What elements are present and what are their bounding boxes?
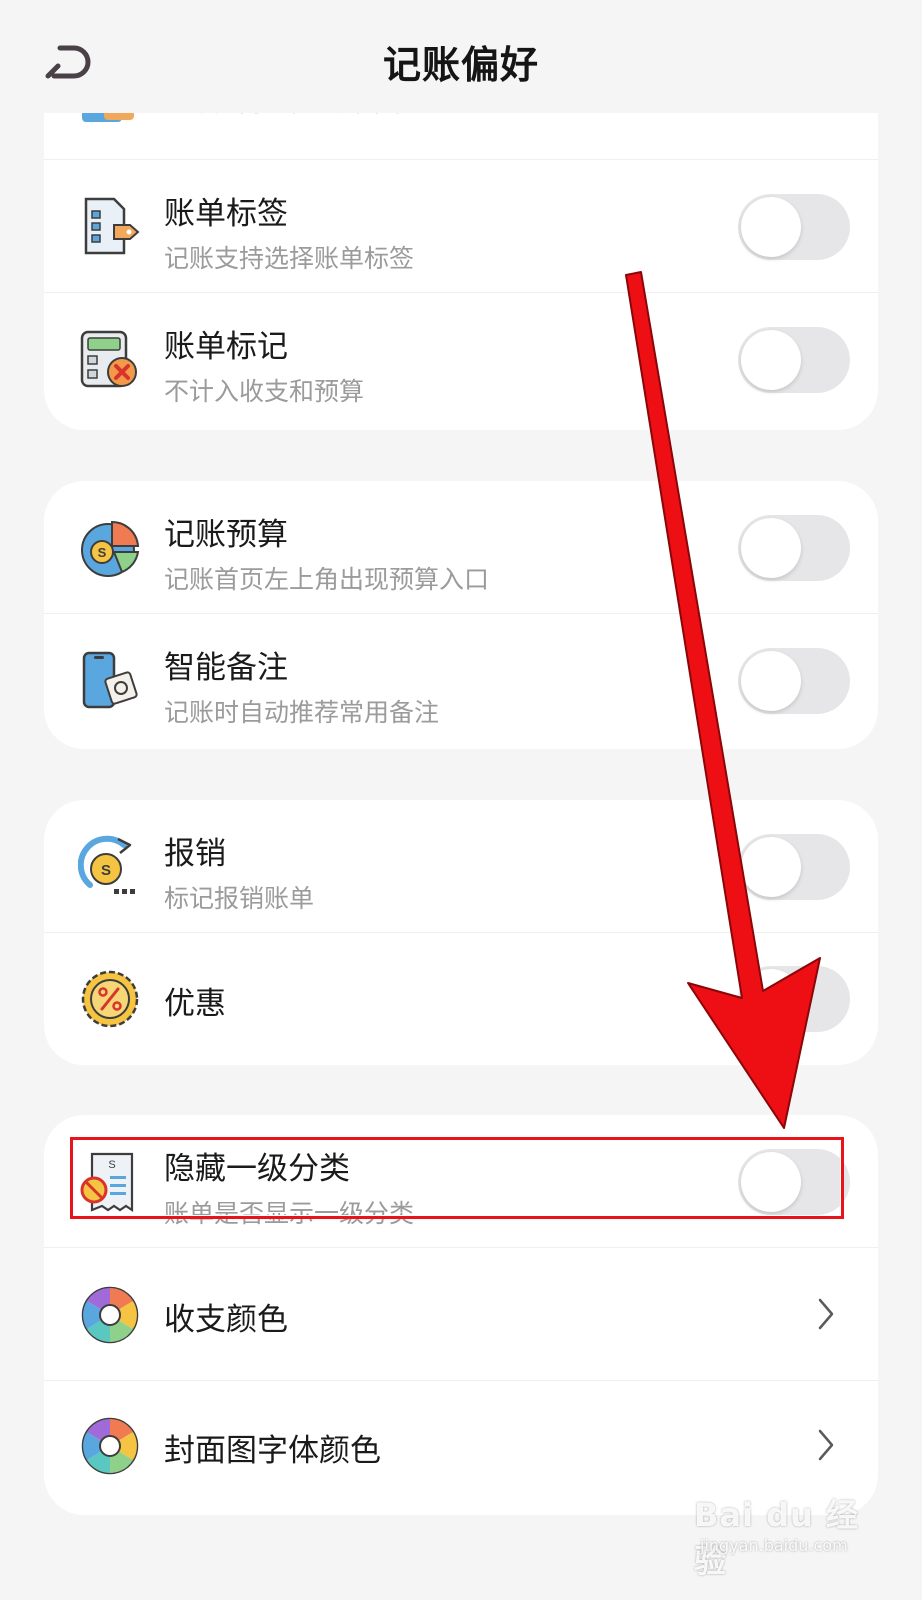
toggle-knob <box>741 330 801 390</box>
row-subtitle: 记账时自动推荐常用备注 <box>164 698 440 727</box>
setting-row-smart-note[interactable]: 智能备注 记账时自动推荐常用备注 <box>44 614 878 747</box>
smart-note-toggle[interactable] <box>738 648 850 714</box>
smart-note-phone-icon <box>82 651 138 709</box>
toggle-knob <box>741 197 801 257</box>
row-subtitle: 不计入收支和预算 <box>164 377 365 406</box>
toggle-knob <box>741 969 801 1029</box>
row-title: 报销 <box>164 836 226 872</box>
chevron-right-icon[interactable] <box>814 1425 838 1465</box>
color-wheel-icon <box>81 1417 139 1475</box>
setting-row-bill-mark[interactable]: 账单标记 不计入收支和预算 <box>44 293 878 426</box>
bill-mark-toggle[interactable] <box>738 327 850 393</box>
setting-row-income-expense-color[interactable]: 收支颜色 <box>44 1248 878 1381</box>
budget-toggle[interactable] <box>738 515 850 581</box>
svg-text:S: S <box>101 862 111 879</box>
svg-text:S: S <box>98 545 107 560</box>
row-title: 账单标签 <box>164 196 288 232</box>
row-title: 优惠 <box>164 986 226 1022</box>
row-title: 账单标记 <box>164 329 288 365</box>
setting-row-reimburse[interactable]: S 报销 标记报销账单 <box>44 800 878 933</box>
row-title: 智能备注 <box>164 650 288 686</box>
settings-card-budget: S 记账预算 记账首页左上角出现预算入口 智能备注 记账时自动推荐常用备注 <box>44 481 878 749</box>
settings-card-reimburse: S 报销 标记报销账单 优惠 <box>44 800 878 1065</box>
page-title: 记账偏好 <box>382 43 539 87</box>
reimburse-toggle[interactable] <box>738 834 850 900</box>
discount-toggle[interactable] <box>738 966 850 1032</box>
row-title: 封面图字体颜色 <box>164 1433 381 1469</box>
watermark-url: jingyan.baidu.com <box>700 1536 848 1555</box>
top-bar: 记账偏好 <box>0 0 922 113</box>
setting-row-budget[interactable]: S 记账预算 记账首页左上角出现预算入口 <box>44 481 878 614</box>
setting-row-bill-tags[interactable]: 账单标签 记账支持选择账单标签 <box>44 160 878 293</box>
calculator-icon <box>80 330 137 388</box>
setting-row-discount[interactable]: 优惠 <box>44 932 878 1065</box>
toggle-knob <box>741 651 801 711</box>
toggle-knob <box>741 837 801 897</box>
budget-pie-icon: S <box>81 520 140 577</box>
row-subtitle: 记账首页左上角出现预算入口 <box>164 565 490 594</box>
row-title: 记账预算 <box>164 517 288 553</box>
toggle-knob <box>741 518 801 578</box>
row-title: 收支颜色 <box>164 1302 288 1338</box>
chevron-right-icon[interactable] <box>814 1294 838 1334</box>
reimburse-coin-icon: S <box>78 835 135 894</box>
row-subtitle: 记账支持选择账单标签 <box>164 244 415 273</box>
row-subtitle: 标记报销账单 <box>164 884 315 913</box>
bill-tags-toggle[interactable] <box>738 194 850 260</box>
tag-document-icon <box>84 197 140 255</box>
baidu-jingyan-watermark: Bai du 经验 jingyan.baidu.com <box>690 1472 890 1582</box>
color-wheel-icon <box>81 1286 139 1344</box>
highlight-box <box>70 1137 844 1219</box>
discount-badge-icon <box>81 970 139 1028</box>
